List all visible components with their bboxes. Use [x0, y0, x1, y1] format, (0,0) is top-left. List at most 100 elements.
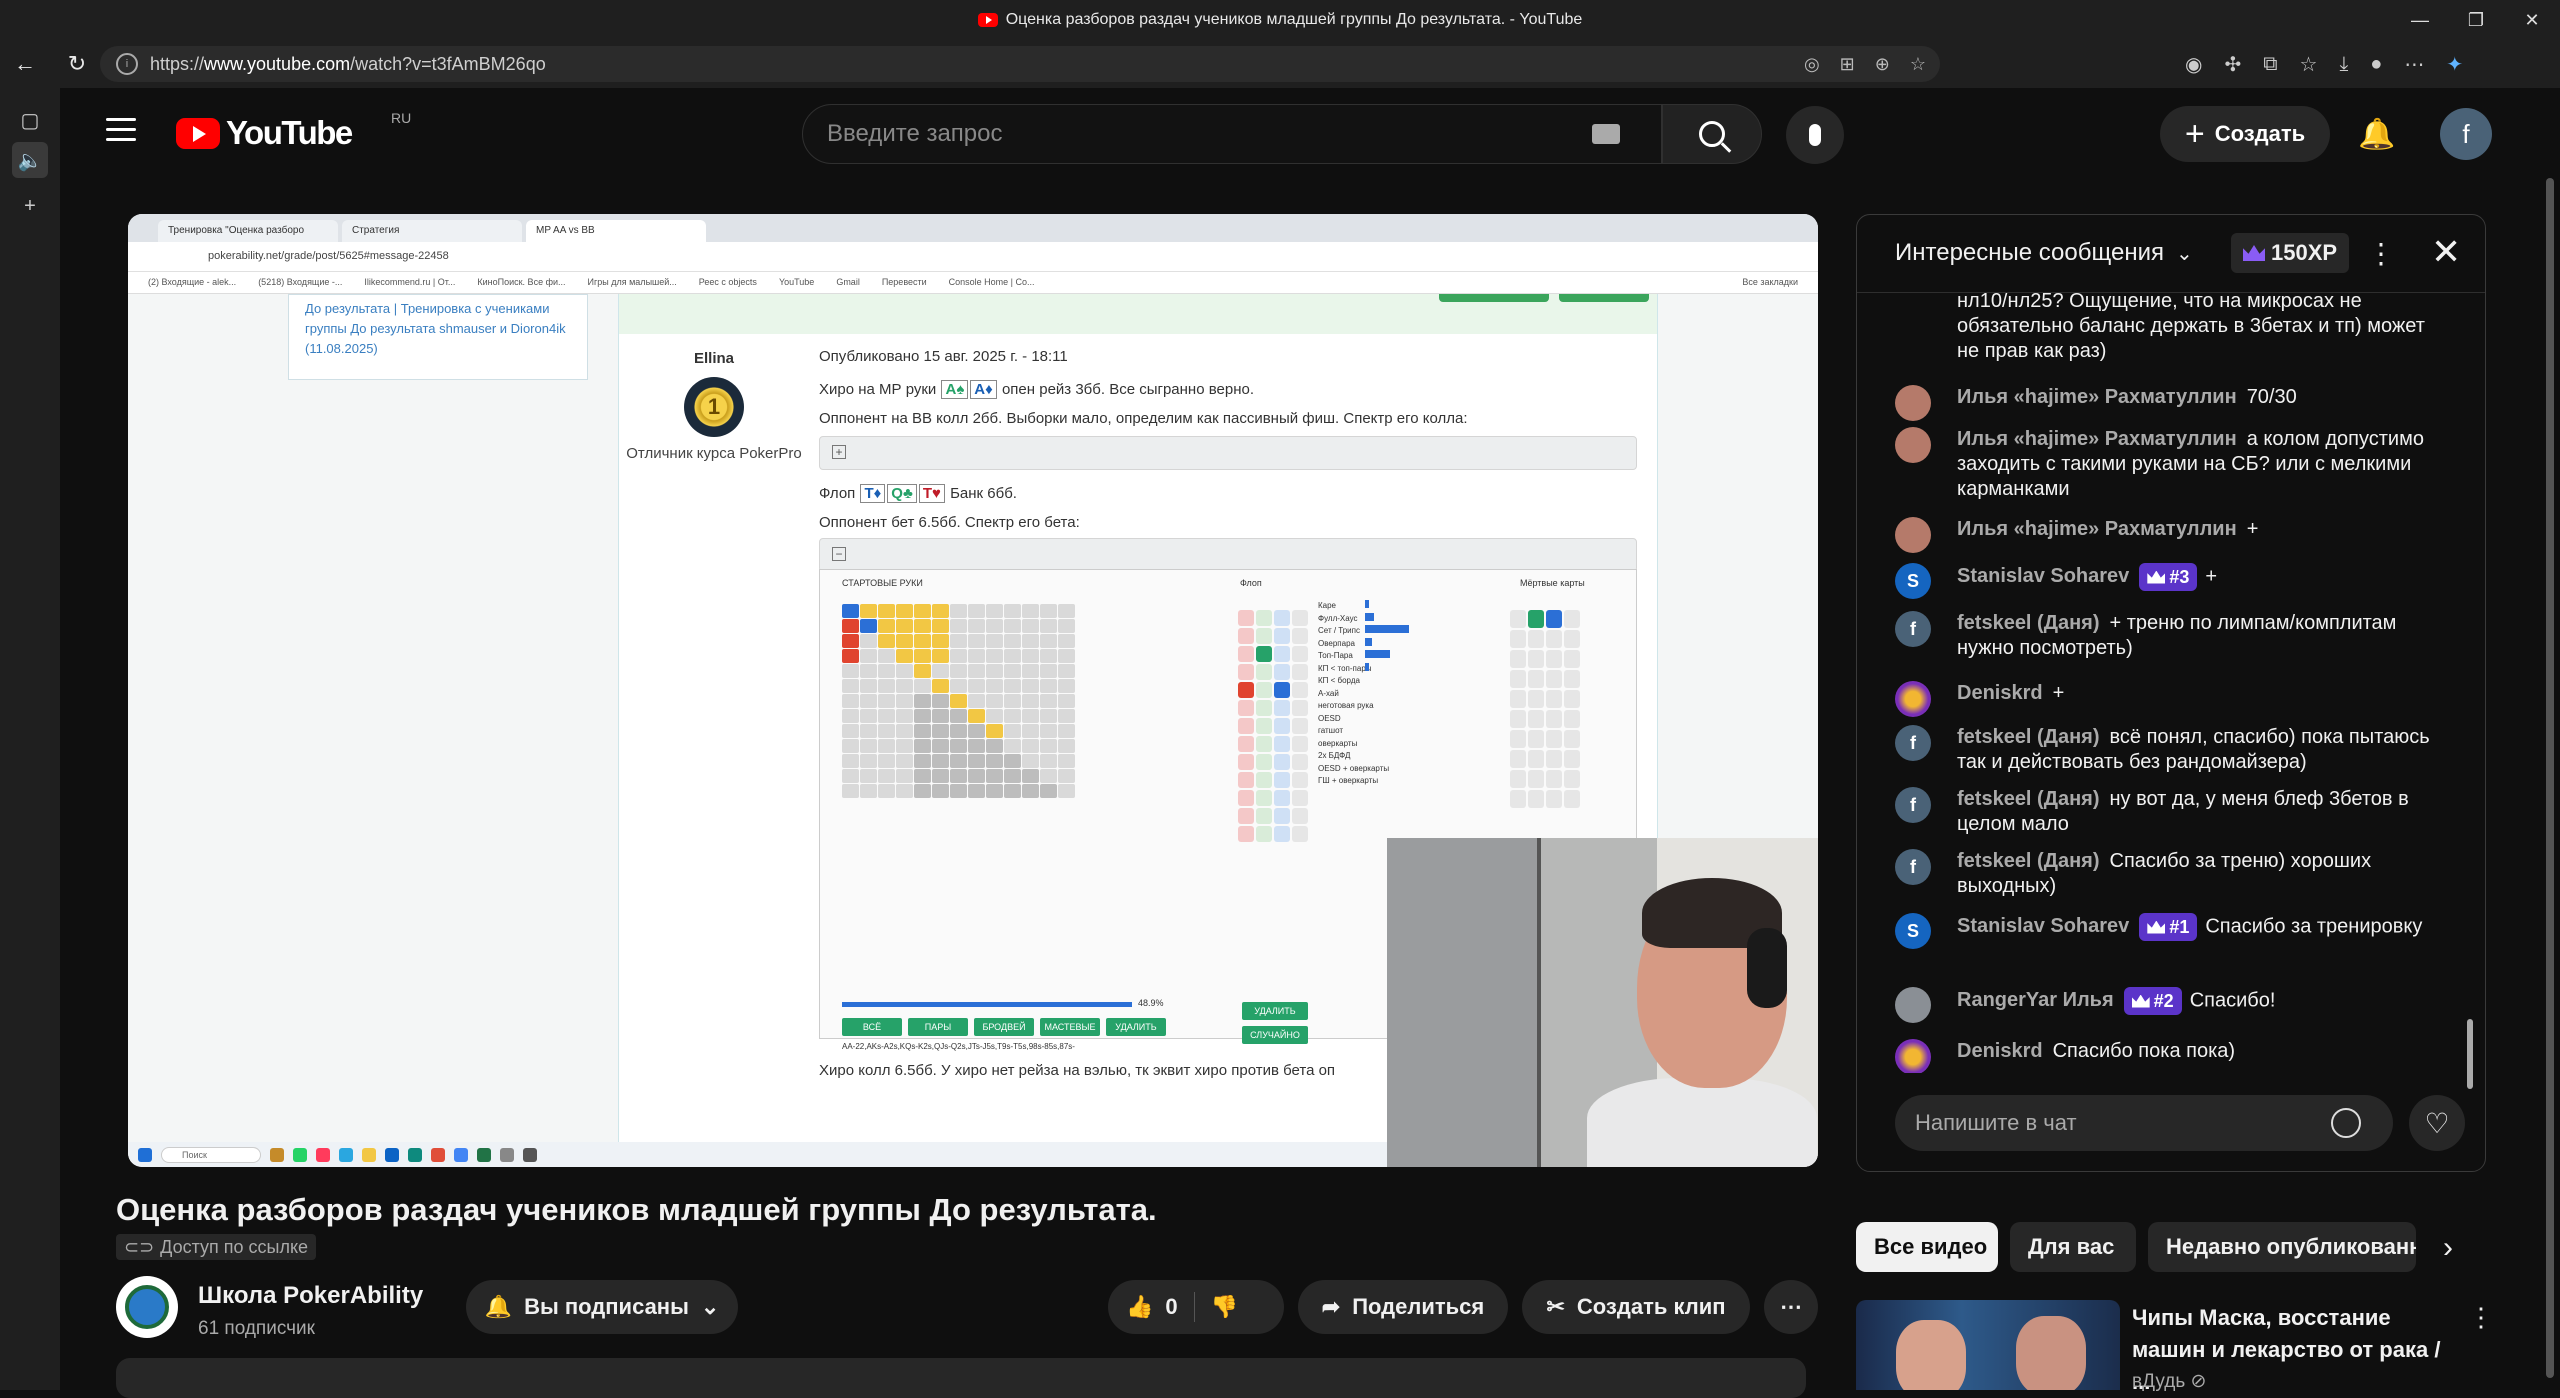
- extension-icon[interactable]: ◉: [2185, 52, 2202, 77]
- chat-author[interactable]: Илья «hajime» Рахматуллин: [1957, 518, 2237, 540]
- split-screen-icon[interactable]: ⧉: [2263, 53, 2277, 76]
- recommended-video-thumbnail[interactable]: [1856, 1300, 2120, 1390]
- chevron-right-icon[interactable]: ›: [2428, 1228, 2468, 1268]
- chat-author[interactable]: fetskeel (Даня): [1957, 726, 2100, 748]
- chat-mode-selector[interactable]: Интересные сообщения ⌄: [1895, 239, 2193, 267]
- captured-flop-label: Флоп: [819, 485, 856, 502]
- chat-input[interactable]: Напишите в чат: [1895, 1095, 2393, 1151]
- flop-card-cell: [1256, 736, 1272, 752]
- profile-icon[interactable]: ●: [2370, 53, 2382, 76]
- chip-recent[interactable]: Недавно опубликованн: [2148, 1222, 2416, 1272]
- captured-tab: Стратегия: [342, 220, 522, 242]
- chat-scrollbar[interactable]: [2467, 319, 2475, 1089]
- create-button[interactable]: + Создать: [2160, 106, 2330, 162]
- range-cell: [878, 679, 895, 693]
- subscribed-button[interactable]: 🔔 Вы подписаны ⌄: [466, 1280, 738, 1334]
- emoji-icon[interactable]: [2331, 1108, 2361, 1138]
- channel-name[interactable]: Школа PokerAbility: [198, 1282, 423, 1310]
- chat-author[interactable]: Stanislav Soharev: [1957, 915, 2129, 937]
- account-avatar[interactable]: f: [2440, 108, 2492, 160]
- xp-badge[interactable]: 150XP: [2231, 233, 2350, 273]
- more-vert-icon[interactable]: ⋮: [2468, 1302, 2494, 1333]
- chat-avatar[interactable]: [1895, 987, 1931, 1023]
- channel-avatar[interactable]: [116, 1276, 178, 1338]
- youtube-logo[interactable]: YouTube RU: [176, 110, 411, 152]
- chat-avatar[interactable]: f: [1895, 611, 1931, 647]
- card-chip: Q♣: [887, 484, 917, 503]
- reload-icon[interactable]: ↻: [60, 47, 94, 81]
- clip-button[interactable]: ✂ Создать клип: [1522, 1280, 1750, 1334]
- more-menu-icon[interactable]: ⋯: [2404, 52, 2424, 77]
- chat-author[interactable]: Stanislav Soharev: [1957, 565, 2129, 587]
- chat-avatar[interactable]: [1895, 1039, 1931, 1073]
- chat-author[interactable]: Deniskrd: [1957, 682, 2043, 704]
- range-cell: [860, 649, 877, 663]
- range-cell: [860, 694, 877, 708]
- flop-card-cell: [1256, 790, 1272, 806]
- chat-more-icon[interactable]: ⋮: [2367, 237, 2395, 270]
- search-input[interactable]: Введите запрос: [802, 104, 1662, 164]
- captured-bookmark: YouTube: [778, 277, 815, 287]
- chat-close-icon[interactable]: ✕: [2431, 231, 2461, 273]
- chat-avatar[interactable]: f: [1895, 787, 1931, 823]
- chat-avatar[interactable]: [1895, 681, 1931, 717]
- read-aloud-icon[interactable]: ◎: [1804, 54, 1820, 75]
- captured-all-bookmarks: Все закладки: [1742, 277, 1798, 287]
- notifications-bell-icon[interactable]: 🔔: [2357, 114, 2397, 154]
- url-field[interactable]: i https://www.youtube.com/watch?v=t3fAmB…: [100, 46, 1940, 82]
- maximize-button[interactable]: ❐: [2448, 0, 2504, 40]
- chat-author[interactable]: fetskeel (Даня): [1957, 788, 2100, 810]
- close-window-button[interactable]: ✕: [2504, 0, 2560, 40]
- range-cell: [896, 754, 913, 768]
- menu-icon[interactable]: [106, 118, 136, 142]
- range-cell: [878, 634, 895, 648]
- zoom-icon[interactable]: ⊕: [1875, 54, 1890, 75]
- minimize-button[interactable]: —: [2392, 0, 2448, 40]
- dislike-button[interactable]: 👎: [1211, 1294, 1238, 1320]
- chat-author[interactable]: fetskeel (Даня): [1957, 850, 2100, 872]
- youtube-page: YouTube RU Введите запрос + Создать 🔔 f Т…: [62, 88, 2556, 1398]
- chat-author[interactable]: fetskeel (Даня): [1957, 612, 2100, 634]
- share-button[interactable]: ➦ Поделиться: [1298, 1280, 1508, 1334]
- chat-avatar[interactable]: S: [1895, 913, 1931, 949]
- back-icon[interactable]: ←: [8, 47, 42, 81]
- puzzle-icon[interactable]: ✣: [2224, 52, 2241, 77]
- chip-for-you[interactable]: Для вас: [2010, 1222, 2136, 1272]
- chat-avatar[interactable]: [1895, 517, 1931, 553]
- like-button[interactable]: 👍 0: [1126, 1294, 1178, 1320]
- chat-author[interactable]: RangerYar Илья: [1957, 989, 2114, 1011]
- chat-avatar[interactable]: [1895, 427, 1931, 463]
- dead-card-cell: [1546, 770, 1562, 788]
- voice-search-button[interactable]: [1786, 106, 1844, 164]
- chat-author[interactable]: Deniskrd: [1957, 1040, 2043, 1062]
- tab-actions-icon[interactable]: ▢: [12, 102, 48, 138]
- favorite-star-icon[interactable]: ☆: [1910, 54, 1926, 75]
- range-cell: [842, 604, 859, 618]
- heart-icon[interactable]: ♡: [2409, 1095, 2465, 1151]
- chat-avatar[interactable]: f: [1895, 725, 1931, 761]
- site-info-icon[interactable]: i: [116, 53, 138, 75]
- description-box[interactable]: [116, 1358, 1806, 1398]
- chat-avatar[interactable]: S: [1895, 563, 1931, 599]
- captured-bookmark: КиноПоиск. Все фи...: [477, 277, 566, 287]
- chat-scroll-thumb[interactable]: [2467, 1019, 2473, 1089]
- downloads-icon[interactable]: ⤓: [2339, 53, 2348, 76]
- range-cell: [1022, 754, 1039, 768]
- video-player[interactable]: Тренировка "Оценка разборо Стратегия MP …: [128, 214, 1818, 1167]
- new-tab-icon[interactable]: +: [12, 188, 48, 224]
- favorites-icon[interactable]: ☆: [2300, 52, 2318, 77]
- page-scroll-thumb[interactable]: [2546, 178, 2554, 1378]
- more-actions-button[interactable]: ⋯: [1764, 1280, 1818, 1334]
- app-available-icon[interactable]: ⊞: [1840, 54, 1855, 75]
- audio-tab-icon[interactable]: 🔈: [12, 142, 48, 178]
- chip-all-videos[interactable]: Все видео: [1856, 1222, 1998, 1272]
- chat-author[interactable]: Илья «hajime» Рахматуллин: [1957, 428, 2237, 450]
- page-scrollbar[interactable]: [2540, 88, 2560, 1390]
- copilot-icon[interactable]: ✦: [2446, 52, 2463, 77]
- search-button[interactable]: [1662, 104, 1762, 164]
- chat-avatar[interactable]: f: [1895, 849, 1931, 885]
- chat-message-text: +: [2246, 518, 2259, 540]
- chat-author[interactable]: Илья «hajime» Рахматуллин: [1957, 386, 2237, 408]
- keyboard-icon[interactable]: [1592, 124, 1620, 144]
- chat-avatar[interactable]: [1895, 385, 1931, 421]
